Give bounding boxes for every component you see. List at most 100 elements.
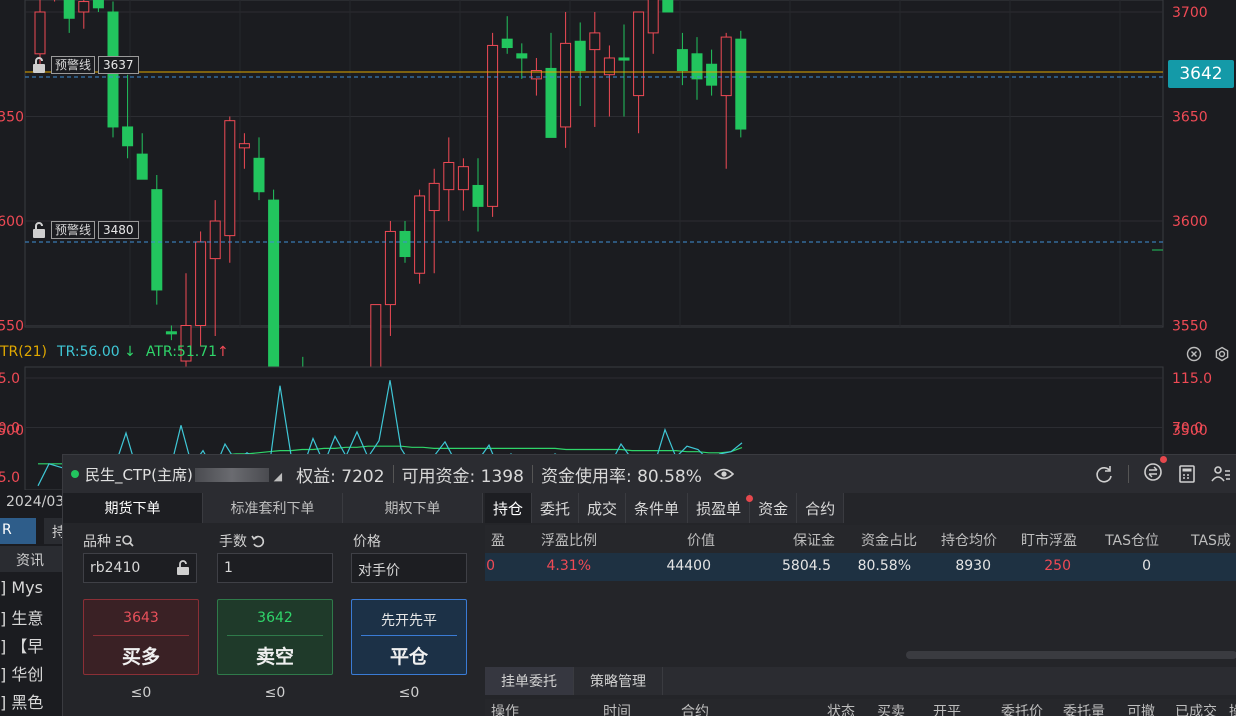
tab-conditional[interactable]: 条件单 [626, 493, 689, 523]
candle-body [414, 195, 426, 274]
news-item[interactable]: ] 华创 [0, 661, 62, 685]
candle-body [501, 38, 513, 49]
col-header[interactable]: 浮盈比例 [525, 530, 597, 550]
alert-tag-2[interactable]: 预警线 3480 [30, 220, 139, 240]
tab-pending-orders[interactable]: 挂单委托 [485, 667, 574, 695]
symbol-value: rb2410 [90, 560, 141, 576]
col-header[interactable]: 盈 [485, 530, 505, 550]
candle [165, 325, 177, 341]
symbol-input[interactable]: rb2410 [83, 553, 197, 583]
tab-funds[interactable]: 资金 [750, 493, 798, 523]
tab-contracts[interactable]: 合约 [797, 493, 845, 523]
col-header[interactable]: 开平 [933, 701, 961, 716]
col-header[interactable]: 盯市浮盈 [1005, 530, 1077, 550]
col-header[interactable]: 可撤 [1127, 701, 1155, 716]
candle-body [633, 11, 645, 97]
side-tab-2[interactable]: 持 [44, 518, 62, 544]
close-position-button[interactable]: 先开先平 平仓 [351, 599, 467, 675]
col-header[interactable]: 操作 [491, 701, 519, 716]
candle [487, 32, 499, 217]
horizontal-scrollbar[interactable] [906, 651, 1236, 659]
news-item[interactable]: ] 【早 [0, 633, 62, 657]
sub-tabs: 挂单委托 策略管理 [485, 667, 1236, 695]
tab-arbitrage-order[interactable]: 标准套利下单 [203, 493, 343, 523]
col-header[interactable]: 持仓均价 [925, 530, 997, 550]
unlock-icon[interactable] [176, 560, 190, 576]
alert-tag-1[interactable]: 预警线 3637 [30, 55, 139, 75]
col-header[interactable]: TAS仓位 [1085, 530, 1159, 550]
cell-funds-ratio: 80.58% [857, 558, 911, 574]
indicator-name[interactable]: TR(21) [0, 344, 47, 360]
transfer-icon [1144, 462, 1162, 481]
kline-chart[interactable]: 370036503600355035003450 350600550500450… [0, 0, 1236, 490]
col-header[interactable]: 已成交 [1175, 701, 1217, 716]
candle-body [443, 161, 455, 191]
tab-futures-order[interactable]: 期货下单 [63, 493, 203, 523]
sell-available-qty: ≤0 [264, 685, 286, 701]
cell-avg-price: 8930 [955, 558, 991, 574]
connection-status-icon [71, 470, 79, 478]
panel-tools [1094, 455, 1236, 493]
news-item[interactable]: ] 黑色 [0, 689, 62, 713]
transfer-button[interactable] [1143, 455, 1167, 487]
sell-label: 卖空 [255, 646, 294, 668]
candle-body [487, 44, 499, 207]
candle-body [589, 32, 601, 51]
close-available-qty: ≤0 [398, 685, 420, 701]
col-header[interactable]: 买卖 [877, 701, 905, 716]
reset-icon[interactable] [251, 534, 265, 548]
col-header[interactable]: 价值 [635, 530, 715, 550]
alert-value[interactable]: 3637 [98, 56, 139, 74]
available-funds: 可用资金: 1398 [401, 466, 524, 487]
col-header[interactable]: TAS成 [1175, 530, 1236, 550]
news-item[interactable]: ] Mys [0, 578, 62, 597]
col-header[interactable]: 委托价 [1001, 701, 1043, 716]
tab-trades[interactable]: 成交 [579, 493, 627, 523]
cell-profit-ratio: 4.31% [546, 558, 591, 574]
user-list-icon[interactable] [1211, 464, 1231, 484]
price-tick-label-left: 550 [0, 319, 24, 335]
qty-input[interactable]: 1 [217, 553, 333, 583]
refresh-icon[interactable] [1094, 464, 1114, 484]
tab-positions[interactable]: 持仓 [485, 493, 533, 523]
account-name[interactable]: 民生_CTP(主席) ◢ [85, 464, 282, 485]
close-icon[interactable] [1186, 346, 1202, 362]
sell-short-button[interactable]: 3642 卖空 [217, 599, 333, 675]
unlock-icon[interactable] [30, 56, 48, 74]
unlock-icon[interactable] [30, 221, 48, 239]
candle-body [165, 331, 177, 335]
candle-body [560, 42, 572, 128]
col-header[interactable]: 状态 [827, 701, 855, 716]
funds-usage: 资金使用率: 80.58% [540, 466, 702, 487]
buy-label: 买多 [121, 646, 160, 668]
trading-panel: 民生_CTP(主席) ◢ 权益: 7202 可用资金: 1398 资金使用率: … [62, 454, 1236, 716]
settings-icon[interactable] [1214, 346, 1230, 362]
table-row[interactable]: 0 4.31% 44400 5804.5 80.58% 8930 250 0 [485, 553, 1236, 581]
news-header[interactable]: 资讯 [0, 546, 62, 572]
alert-label: 预警线 [51, 221, 96, 239]
col-header[interactable]: 资金占比 [845, 530, 917, 550]
col-header[interactable]: 委托量 [1063, 701, 1105, 716]
tab-strategy[interactable]: 策略管理 [574, 667, 663, 695]
tab-stop-profit-loss[interactable]: 损盈单 [688, 493, 754, 523]
price-tick-label: 3550 [1172, 319, 1208, 335]
col-header[interactable]: 保证金 [755, 530, 835, 550]
news-item[interactable]: ] 生意 [0, 605, 62, 629]
calculator-icon[interactable] [1177, 464, 1197, 484]
side-tab-r[interactable]: R [0, 518, 36, 544]
price-input[interactable]: 对手价 [351, 553, 467, 583]
candle-body [238, 143, 250, 149]
col-header[interactable]: 时间 [603, 701, 631, 716]
alert-value[interactable]: 3480 [98, 221, 139, 239]
tab-options-order[interactable]: 期权下单 [343, 493, 483, 523]
col-header[interactable]: 操 [1229, 701, 1236, 716]
candle-body [34, 11, 46, 55]
buy-long-button[interactable]: 3643 买多 [83, 599, 199, 675]
eye-icon[interactable] [713, 467, 734, 481]
tab-orders[interactable]: 委托 [532, 493, 580, 523]
candle [151, 175, 163, 305]
divider [531, 465, 533, 483]
col-header[interactable]: 合约 [681, 701, 709, 716]
cell-profit: 0 [486, 558, 495, 574]
search-list-icon[interactable] [115, 534, 135, 548]
